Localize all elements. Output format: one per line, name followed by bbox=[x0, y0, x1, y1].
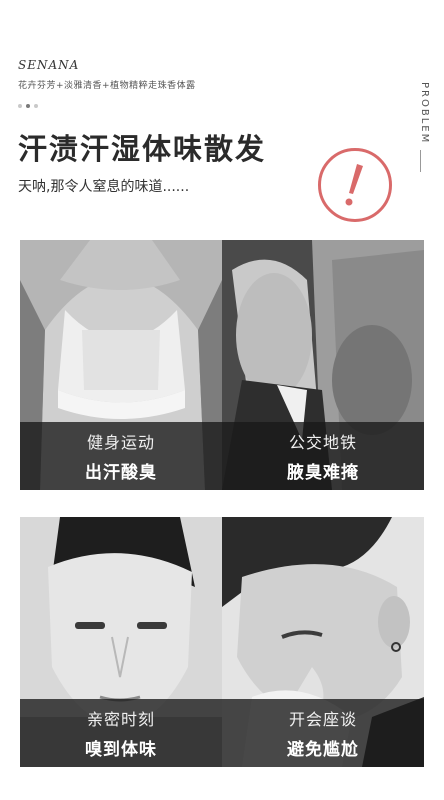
scenario-card-meeting: 开会座谈 避免尴尬 bbox=[222, 517, 424, 767]
card-scene: 开会座谈 bbox=[288, 710, 357, 729]
scenario-card-intimate: 亲密时刻 嗅到体味 bbox=[20, 517, 222, 767]
card-pain-point: 嗅到体味 bbox=[85, 740, 157, 760]
brand-logo: SENANA bbox=[18, 58, 80, 72]
card-pain-point: 腋臭难掩 bbox=[287, 463, 359, 483]
exclamation-circle-icon bbox=[318, 148, 392, 222]
page-title: 汗渍汗湿体味散发 bbox=[18, 132, 267, 166]
section-label: PROBLEM bbox=[419, 82, 430, 145]
card-caption: 亲密时刻 嗅到体味 bbox=[20, 699, 222, 767]
card-caption: 开会座谈 避免尴尬 bbox=[222, 699, 424, 767]
exclamation-mark bbox=[345, 164, 363, 206]
card-pain-point: 避免尴尬 bbox=[287, 740, 359, 760]
page-dots bbox=[18, 104, 38, 108]
card-caption: 公交地铁 腋臭难掩 bbox=[222, 422, 424, 490]
brand-tagline: 花卉芬芳+淡雅清香+植物精粹走珠香体露 bbox=[18, 81, 196, 91]
scenario-card-commute: 公交地铁 腋臭难掩 bbox=[222, 240, 424, 490]
scenario-card-fitness: 健身运动 出汗酸臭 bbox=[20, 240, 222, 490]
dot bbox=[34, 104, 38, 108]
card-caption: 健身运动 出汗酸臭 bbox=[20, 422, 222, 490]
section-divider bbox=[420, 150, 421, 172]
card-scene: 公交地铁 bbox=[288, 433, 357, 452]
dot bbox=[18, 104, 22, 108]
page-subtitle: 天呐,那令人窒息的味道...... bbox=[18, 179, 190, 195]
card-scene: 亲密时刻 bbox=[86, 710, 155, 729]
card-pain-point: 出汗酸臭 bbox=[85, 463, 157, 483]
dot-active bbox=[26, 104, 30, 108]
card-scene: 健身运动 bbox=[86, 433, 155, 452]
